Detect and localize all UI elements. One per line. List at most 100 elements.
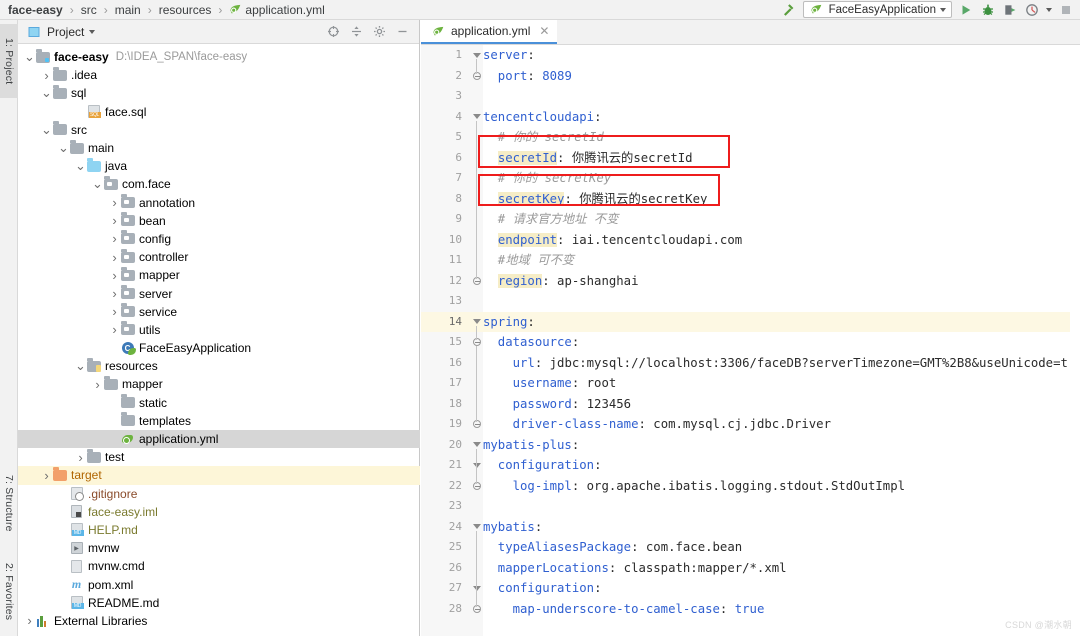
code-row[interactable]: # 请求官方地址 不变 [483,209,1080,230]
code-row[interactable]: mybatis: [483,517,1080,538]
chevron-down-icon[interactable]: ⌄ [75,157,86,175]
chevron-right-icon[interactable]: › [41,66,52,84]
chevron-right-icon[interactable]: › [109,285,120,303]
code-row[interactable]: typeAliasesPackage: com.face.bean [483,537,1080,558]
breadcrumb-item-main[interactable]: main [113,3,143,17]
tree-node-mvnw-cmd[interactable]: mvnw.cmd [18,557,420,575]
scroll-from-source-icon[interactable] [326,25,340,39]
chevron-right-icon[interactable]: › [92,375,103,393]
project-panel-title-group[interactable]: Project [22,24,96,40]
breadcrumb-item-src[interactable]: src [79,3,99,17]
tree-node-static[interactable]: static [18,394,420,412]
code-row[interactable]: log-impl: org.apache.ibatis.logging.stdo… [483,476,1080,497]
tree-node-face-easy-iml[interactable]: face-easy.iml [18,503,420,521]
tree-node-annotation[interactable]: › annotation [18,194,420,212]
chevron-down-icon[interactable]: ⌄ [75,357,86,375]
tree-node-readme-md[interactable]: README.md [18,594,420,612]
debug-bug-icon[interactable] [980,2,996,18]
close-icon[interactable]: ✕ [539,24,549,38]
tree-node-face-sql[interactable]: face.sql [18,103,420,121]
breadcrumb-item-file[interactable]: application.yml [243,3,326,17]
tree-node-idea[interactable]: › .idea [18,66,420,84]
project-tree[interactable]: ⌄ face-easy D:\IDEA_SPAN\face-easy › .idea ⌄ s… [18,44,420,636]
code-row[interactable]: configuration: [483,578,1080,599]
hammer-icon[interactable] [781,2,797,18]
tree-node-pom-xml[interactable]: m pom.xml [18,575,420,593]
tree-node-faceeasyapplication[interactable]: FaceEasyApplication [18,339,420,357]
tree-node-src[interactable]: ⌄ src [18,121,420,139]
code-row[interactable]: mapperLocations: classpath:mapper/*.xml [483,558,1080,579]
tree-node-config[interactable]: › config [18,230,420,248]
code-row[interactable] [483,86,1080,107]
tree-node-gitignore[interactable]: .gitignore [18,485,420,503]
tree-node-resources[interactable]: ⌄ resources [18,357,420,375]
chevron-right-icon[interactable]: › [109,266,120,284]
tree-node-com-face[interactable]: ⌄ com.face [18,175,420,193]
code-row[interactable]: map-underscore-to-camel-case: true [483,599,1080,620]
rail-item-project[interactable]: 1: Project [0,24,18,98]
chevron-down-icon[interactable]: ⌄ [58,139,69,157]
code-row[interactable]: password: 123456 [483,394,1080,415]
chevron-down-icon[interactable] [940,7,946,12]
tree-node-mapper[interactable]: › mapper [18,266,420,284]
tree-node-service[interactable]: › service [18,303,420,321]
tree-node-server[interactable]: › server [18,284,420,302]
tree-node-sql[interactable]: ⌄ sql [18,84,420,102]
rail-item-favorites[interactable]: 2: Favorites [0,550,18,634]
code-row[interactable]: region: ap-shanghai [483,271,1080,292]
tab-application-yml[interactable]: application.yml ✕ [421,20,558,44]
code-row[interactable]: url: jdbc:mysql://localhost:3306/faceDB?… [483,353,1080,374]
tree-node-java[interactable]: ⌄ java [18,157,420,175]
chevron-right-icon[interactable]: › [24,612,35,630]
chevron-right-icon[interactable]: › [109,321,120,339]
tree-node-help-md[interactable]: HELP.md [18,521,420,539]
tree-node-mapper[interactable]: › mapper [18,375,420,393]
code-row[interactable] [483,496,1080,517]
chevron-right-icon[interactable]: › [75,448,86,466]
tree-node-face-easy[interactable]: ⌄ face-easy D:\IDEA_SPAN\face-easy [18,48,420,66]
code-row[interactable]: tencentcloudapi: [483,107,1080,128]
code-content[interactable]: server: port: 8089 tencentcloudapi: # 你的 … [483,45,1080,636]
code-row[interactable]: endpoint: iai.tencentcloudapi.com [483,230,1080,251]
hide-panel-icon[interactable] [395,25,409,39]
run-play-icon[interactable] [958,2,974,18]
collapse-all-icon[interactable] [349,25,363,39]
breadcrumb-item-resources[interactable]: resources [157,3,214,17]
code-row[interactable]: server: [483,45,1080,66]
chevron-right-icon[interactable]: › [109,194,120,212]
run-configuration-selector[interactable]: FaceEasyApplication [802,1,952,18]
tree-node-utils[interactable]: › utils [18,321,420,339]
chevron-right-icon[interactable]: › [109,248,120,266]
code-row[interactable]: spring: [483,311,1080,332]
tree-node-controller[interactable]: › controller [18,248,420,266]
settings-gear-icon[interactable] [372,25,386,39]
tree-node-external-libraries[interactable]: › External Libraries [18,612,420,630]
code-row[interactable]: username: root [483,373,1080,394]
tree-node-target[interactable]: › target [18,466,420,485]
editor-scrollbar[interactable] [1070,65,1080,636]
tree-node-main[interactable]: ⌄ main [18,139,420,157]
run-with-coverage-icon[interactable] [1002,2,1018,18]
chevron-right-icon[interactable]: › [109,230,120,248]
code-row[interactable]: #地域 可不变 [483,250,1080,271]
profiler-clock-icon[interactable] [1024,2,1040,18]
tree-node-application-yml[interactable]: application.yml [18,429,420,449]
breadcrumb-item-project[interactable]: face-easy [6,3,65,17]
profiler-dropdown-icon[interactable] [1046,7,1052,12]
chevron-right-icon[interactable]: › [109,303,120,321]
chevron-right-icon[interactable]: › [41,466,52,484]
tree-node-test[interactable]: › test [18,448,420,466]
chevron-down-icon[interactable]: ⌄ [92,175,103,193]
code-row[interactable]: driver-class-name: com.mysql.cj.jdbc.Dri… [483,414,1080,435]
fold-gutter[interactable] [468,45,483,636]
code-row[interactable] [483,291,1080,312]
rail-item-structure[interactable]: 7: Structure [0,460,18,546]
tree-node-mvnw[interactable]: mvnw [18,539,420,557]
tree-node-bean[interactable]: › bean [18,212,420,230]
code-row[interactable]: datasource: [483,332,1080,353]
chevron-down-icon[interactable]: ⌄ [41,121,52,139]
tree-node-templates[interactable]: templates [18,412,420,430]
chevron-down-icon[interactable]: ⌄ [41,84,52,102]
code-editor[interactable]: 1 2 3 4 5 6 7 8 9 10 11 12 13 14 15 16 17 18 19 20 21 22 23 24 2… [421,45,1080,636]
chevron-right-icon[interactable]: › [109,212,120,230]
